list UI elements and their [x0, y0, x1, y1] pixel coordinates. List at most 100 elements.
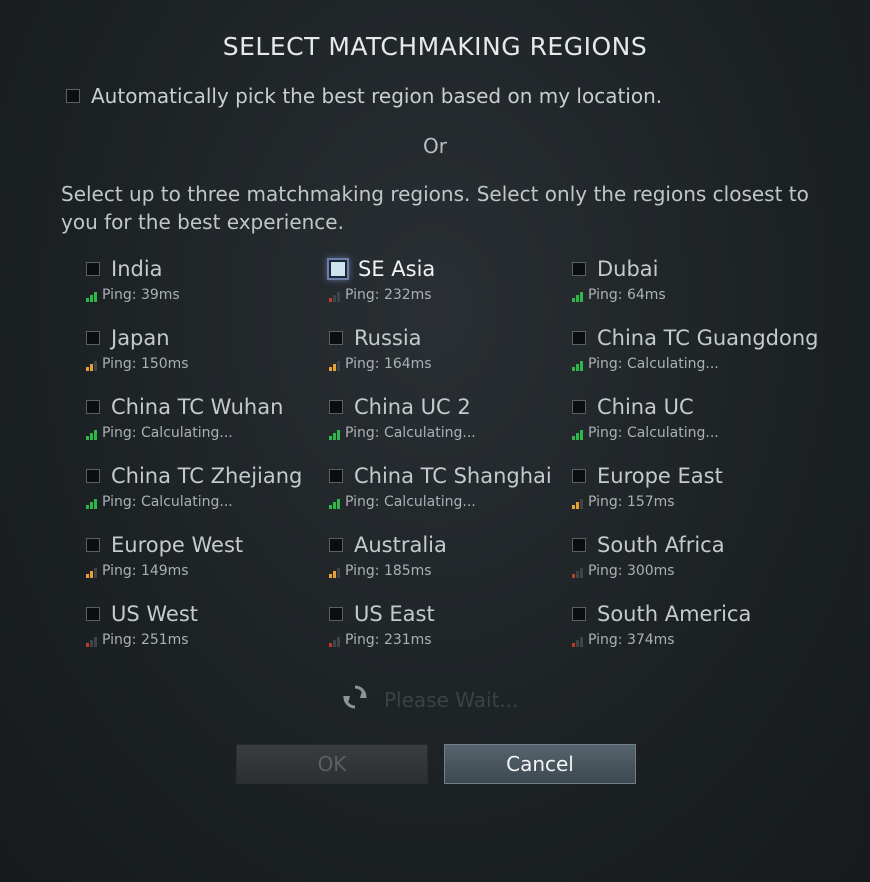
- signal-bars-icon: [329, 360, 341, 371]
- region-option-south-america[interactable]: South America Ping: 374ms: [572, 601, 812, 647]
- instructions-text: Select up to three matchmaking regions. …: [61, 182, 809, 234]
- region-checkbox[interactable]: [572, 607, 586, 621]
- region-checkbox[interactable]: [86, 331, 100, 345]
- region-name: Russia: [354, 326, 422, 350]
- ping-indicator: Ping: 231ms: [329, 631, 569, 647]
- region-checkbox[interactable]: [329, 331, 343, 345]
- region-checkbox[interactable]: [329, 260, 347, 278]
- region-name: South America: [597, 602, 752, 626]
- ping-text: Ping: 300ms: [588, 563, 675, 579]
- region-checkbox[interactable]: [86, 469, 100, 483]
- ping-indicator: Ping: Calculating...: [572, 424, 812, 440]
- region-name: China TC Wuhan: [111, 395, 284, 419]
- region-checkbox[interactable]: [572, 400, 586, 414]
- region-name: Europe West: [111, 533, 244, 557]
- region-checkbox[interactable]: [572, 469, 586, 483]
- signal-bars-icon: [572, 567, 584, 578]
- region-name: China UC 2: [354, 395, 471, 419]
- signal-bars-icon: [572, 636, 584, 647]
- please-wait-label: Please Wait...: [384, 687, 519, 712]
- region-checkbox[interactable]: [86, 262, 100, 276]
- auto-pick-label: Automatically pick the best region based…: [91, 84, 663, 108]
- ok-button[interactable]: OK: [236, 744, 428, 784]
- region-option-se-asia[interactable]: SE Asia Ping: 232ms: [329, 256, 569, 302]
- region-name: China TC Shanghai: [354, 464, 552, 488]
- ping-text: Ping: 39ms: [102, 287, 180, 303]
- region-name: China TC Guangdong: [597, 326, 819, 350]
- ping-text: Ping: 64ms: [588, 287, 666, 303]
- region-checkbox[interactable]: [329, 538, 343, 552]
- region-option-china-uc[interactable]: China UC Ping: Calculating...: [572, 394, 812, 440]
- region-checkbox[interactable]: [86, 400, 100, 414]
- region-option-russia[interactable]: Russia Ping: 164ms: [329, 325, 569, 371]
- region-option-south-africa[interactable]: South Africa Ping: 300ms: [572, 532, 812, 578]
- region-name: India: [111, 257, 163, 281]
- region-checkbox[interactable]: [572, 262, 586, 276]
- region-option-europe-east[interactable]: Europe East Ping: 157ms: [572, 463, 812, 509]
- signal-bars-icon: [572, 429, 584, 440]
- ping-text: Ping: 149ms: [102, 563, 189, 579]
- ping-indicator: Ping: Calculating...: [329, 424, 569, 440]
- please-wait-status: Please Wait...: [340, 682, 518, 717]
- signal-bars-icon: [572, 291, 584, 302]
- ping-text: Ping: Calculating...: [102, 494, 233, 510]
- region-option-dubai[interactable]: Dubai Ping: 64ms: [572, 256, 812, 302]
- signal-bars-icon: [572, 498, 584, 509]
- ping-text: Ping: Calculating...: [345, 425, 476, 441]
- signal-bars-icon: [329, 291, 341, 302]
- ping-text: Ping: 185ms: [345, 563, 432, 579]
- ping-indicator: Ping: 149ms: [86, 562, 326, 578]
- ping-text: Ping: 232ms: [345, 287, 432, 303]
- ping-text: Ping: 157ms: [588, 494, 675, 510]
- region-option-japan[interactable]: Japan Ping: 150ms: [86, 325, 326, 371]
- signal-bars-icon: [86, 636, 98, 647]
- matchmaking-regions-dialog: SELECT MATCHMAKING REGIONS Automatically…: [0, 0, 870, 882]
- ping-indicator: Ping: Calculating...: [329, 493, 569, 509]
- region-checkbox[interactable]: [86, 607, 100, 621]
- signal-bars-icon: [329, 498, 341, 509]
- region-option-china-tc-wuhan[interactable]: China TC Wuhan Ping: Calculating...: [86, 394, 326, 440]
- signal-bars-icon: [86, 291, 98, 302]
- region-name: SE Asia: [358, 257, 436, 281]
- ping-text: Ping: Calculating...: [345, 494, 476, 510]
- ping-indicator: Ping: Calculating...: [86, 424, 326, 440]
- region-option-china-tc-guangdong[interactable]: China TC Guangdong Ping: Calculating...: [572, 325, 819, 371]
- ping-indicator: Ping: 150ms: [86, 355, 326, 371]
- region-option-china-tc-shanghai[interactable]: China TC Shanghai Ping: Calculating...: [329, 463, 569, 509]
- region-option-us-east[interactable]: US East Ping: 231ms: [329, 601, 569, 647]
- region-checkbox[interactable]: [572, 538, 586, 552]
- region-option-china-uc-2[interactable]: China UC 2 Ping: Calculating...: [329, 394, 569, 440]
- region-option-india[interactable]: India Ping: 39ms: [86, 256, 326, 302]
- ping-indicator: Ping: 251ms: [86, 631, 326, 647]
- region-checkbox[interactable]: [329, 469, 343, 483]
- signal-bars-icon: [329, 567, 341, 578]
- signal-bars-icon: [329, 429, 341, 440]
- region-name: Japan: [111, 326, 170, 350]
- auto-pick-option[interactable]: Automatically pick the best region based…: [66, 84, 662, 108]
- signal-bars-icon: [86, 429, 98, 440]
- region-checkbox[interactable]: [86, 538, 100, 552]
- region-option-us-west[interactable]: US West Ping: 251ms: [86, 601, 326, 647]
- ping-indicator: Ping: 300ms: [572, 562, 812, 578]
- auto-pick-checkbox[interactable]: [66, 89, 80, 103]
- region-checkbox[interactable]: [572, 331, 586, 345]
- region-name: US West: [111, 602, 199, 626]
- region-name: China TC Zhejiang: [111, 464, 303, 488]
- ping-indicator: Ping: 64ms: [572, 286, 812, 302]
- ping-text: Ping: 164ms: [345, 356, 432, 372]
- region-name: Australia: [354, 533, 447, 557]
- ping-indicator: Ping: 157ms: [572, 493, 812, 509]
- region-checkbox[interactable]: [329, 607, 343, 621]
- cancel-button[interactable]: Cancel: [444, 744, 636, 784]
- signal-bars-icon: [329, 636, 341, 647]
- region-option-china-tc-zhejiang[interactable]: China TC Zhejiang Ping: Calculating...: [86, 463, 326, 509]
- region-name: Europe East: [597, 464, 723, 488]
- signal-bars-icon: [572, 360, 584, 371]
- region-checkbox[interactable]: [329, 400, 343, 414]
- ping-text: Ping: Calculating...: [588, 425, 719, 441]
- ping-indicator: Ping: 374ms: [572, 631, 812, 647]
- region-option-europe-west[interactable]: Europe West Ping: 149ms: [86, 532, 326, 578]
- region-option-australia[interactable]: Australia Ping: 185ms: [329, 532, 569, 578]
- refresh-icon: [340, 682, 370, 717]
- ping-text: Ping: 374ms: [588, 632, 675, 648]
